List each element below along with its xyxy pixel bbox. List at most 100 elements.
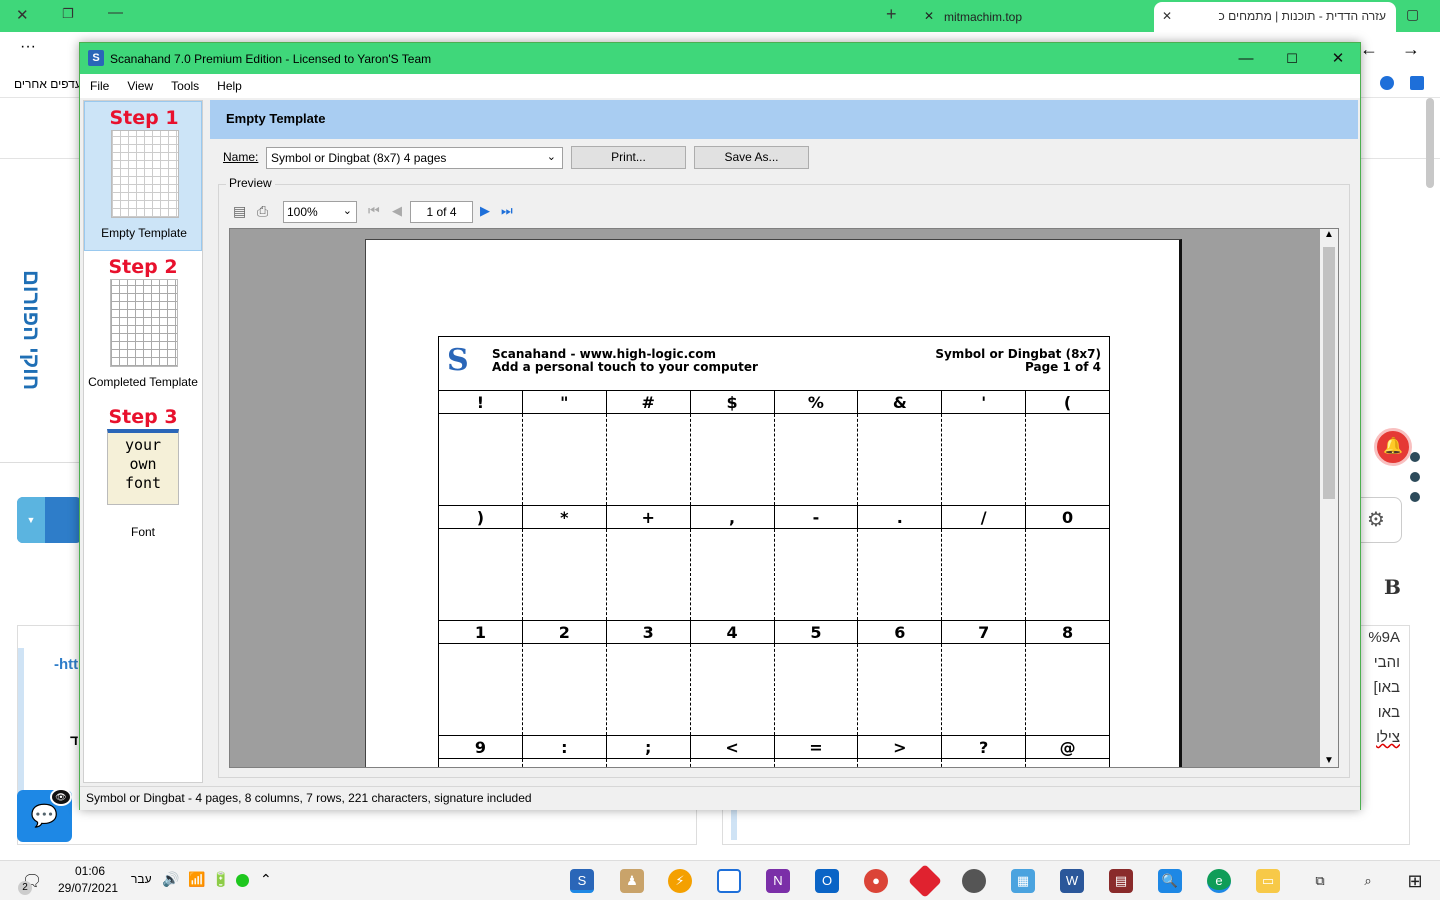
- app-taskbar-icon[interactable]: ⚡: [668, 869, 692, 893]
- app-taskbar-icon[interactable]: [962, 869, 986, 893]
- dots-menu-icon[interactable]: [1410, 452, 1422, 512]
- app-taskbar-icon[interactable]: [908, 864, 942, 898]
- app-taskbar-icon[interactable]: ♟: [620, 869, 644, 893]
- minimize-icon[interactable]: —: [108, 4, 123, 21]
- close-button[interactable]: ✕: [1315, 43, 1361, 74]
- chevron-down-icon: ⌄: [546, 151, 556, 163]
- tab-mitmachim[interactable]: ✕ mitmachim.top: [914, 2, 1152, 32]
- preview-viewport[interactable]: S Scanahand - www.high-logic.com Add a p…: [229, 228, 1339, 768]
- battery-icon[interactable]: 🔋: [212, 871, 229, 888]
- forward-icon[interactable]: →: [1402, 39, 1420, 60]
- template-name-select[interactable]: Symbol or Dingbat (8x7) 4 pages ⌄: [266, 147, 563, 169]
- chat-button[interactable]: 💬 👁: [17, 788, 72, 842]
- scrollbar-thumb[interactable]: [1323, 247, 1335, 499]
- menu-file[interactable]: File: [80, 74, 117, 93]
- last-page-icon[interactable]: ⏭: [501, 203, 513, 219]
- post-text-right: %9A והבי [באו באו צילו: [1368, 629, 1400, 746]
- zoom-select[interactable]: 100% ⌄: [283, 201, 357, 223]
- new-tab-icon[interactable]: +: [886, 4, 897, 25]
- glyph-row: 12345678: [439, 621, 1109, 644]
- step-font[interactable]: Step 3 your own font Font: [84, 401, 202, 551]
- step-title: Step 1: [109, 107, 179, 129]
- caret-down-icon: ▼: [17, 497, 45, 543]
- scroll-down-icon[interactable]: ▼: [1324, 755, 1334, 766]
- post-link[interactable]: -htt: [54, 656, 78, 673]
- page-setup-icon[interactable]: ▤: [233, 203, 246, 220]
- step-empty-template[interactable]: Step 1 Empty Template: [84, 101, 202, 251]
- vertical-scrollbar[interactable]: ▲ ▼: [1320, 229, 1338, 767]
- search-app-icon[interactable]: 🔍: [1158, 869, 1182, 893]
- tab-title: mitmachim.top: [944, 10, 1023, 24]
- bookmark-icon[interactable]: [1380, 76, 1394, 90]
- tab-close-icon[interactable]: ✕: [924, 9, 934, 23]
- next-page-icon[interactable]: ▶: [480, 203, 490, 219]
- print-button[interactable]: Print...: [571, 146, 686, 169]
- language-indicator[interactable]: עבר: [131, 872, 152, 886]
- menu-tools[interactable]: Tools: [161, 74, 207, 93]
- search-icon[interactable]: ⌕: [1356, 869, 1380, 893]
- scroll-up-icon[interactable]: ▲: [1324, 229, 1334, 240]
- bold-button[interactable]: B: [1384, 575, 1401, 599]
- task-view-icon[interactable]: ⧉: [1308, 869, 1332, 893]
- tab-close-icon[interactable]: ✕: [1162, 9, 1172, 23]
- word-icon[interactable]: W: [1060, 869, 1084, 893]
- step-label: Completed Template: [88, 375, 198, 389]
- notification-bell-icon[interactable]: 🔔: [1374, 428, 1412, 466]
- status-dot-icon[interactable]: [236, 874, 249, 887]
- template-page: S Scanahand - www.high-logic.com Add a p…: [365, 239, 1182, 767]
- prev-page-icon[interactable]: ◀: [392, 203, 402, 219]
- step-title: Step 2: [108, 256, 178, 278]
- notification-badge: 2: [18, 881, 32, 895]
- back-icon[interactable]: ←: [1360, 39, 1378, 60]
- other-favorites[interactable]: עדפים אחרים: [14, 77, 82, 91]
- web-scrollbar[interactable]: [1426, 98, 1434, 188]
- chevron-down-icon: ⌄: [342, 205, 352, 217]
- window-taskbar-icon[interactable]: [717, 869, 741, 893]
- scanahand-logo-icon: S: [447, 343, 469, 378]
- page-number-input[interactable]: 1 of 4: [410, 201, 473, 223]
- step-title: Step 3: [108, 406, 178, 428]
- more-icon[interactable]: ···: [20, 38, 36, 56]
- scanahand-taskbar-icon[interactable]: S: [570, 869, 594, 893]
- tab-actions-icon[interactable]: ▢: [1406, 6, 1419, 23]
- chrome-icon[interactable]: ●: [864, 869, 888, 893]
- wifi-icon[interactable]: 📶: [188, 871, 205, 888]
- bookmark-icon[interactable]: [1410, 76, 1424, 90]
- chat-icon: 💬: [30, 803, 59, 828]
- completed-thumbnail: [110, 279, 178, 367]
- title-bar[interactable]: S Scanahand 7.0 Premium Edition - Licens…: [80, 43, 1360, 74]
- tab-title: עזרה הדדית - תוכנות | מתמחים כ: [1218, 9, 1387, 23]
- volume-icon[interactable]: 🔊: [162, 871, 179, 888]
- save-as-button[interactable]: Save As...: [694, 146, 809, 169]
- restore-icon[interactable]: ❐: [62, 6, 74, 22]
- chevron-up-icon[interactable]: ⌃: [260, 871, 272, 888]
- app-taskbar-icon[interactable]: ▦: [1011, 869, 1035, 893]
- tab-active[interactable]: ✕ עזרה הדדית - תוכנות | מתמחים כ: [1154, 2, 1396, 32]
- template-right1: Symbol or Dingbat (8x7): [935, 347, 1101, 361]
- dropdown-button[interactable]: ▼: [17, 497, 82, 543]
- app-taskbar-icon[interactable]: ▤: [1109, 869, 1133, 893]
- font-thumbnail: your own font: [107, 429, 179, 505]
- clock-date[interactable]: 29/07/2021: [58, 881, 118, 895]
- first-page-icon[interactable]: ⏮: [368, 203, 380, 219]
- windows-start-icon[interactable]: ⊞: [1403, 869, 1427, 893]
- glyph-row: ) * +, -./0: [439, 506, 1109, 529]
- menu-view[interactable]: View: [117, 74, 161, 93]
- maximize-button[interactable]: ☐: [1269, 43, 1315, 74]
- eye-icon: 👁: [50, 788, 72, 806]
- close-icon[interactable]: ✕: [16, 6, 29, 24]
- scanahand-window: S Scanahand 7.0 Premium Edition - Licens…: [79, 42, 1361, 810]
- print-preview-icon[interactable]: ⎙: [257, 203, 268, 220]
- outlook-icon[interactable]: O: [815, 869, 839, 893]
- menu-help[interactable]: Help: [207, 74, 250, 93]
- taskbar: 🗨 2 עבר 🔊 📶 🔋 ⌃ S ♟ ⚡ N O ● ▦ W ▤ 🔍 e ▭ …: [0, 860, 1440, 900]
- minimize-button[interactable]: —: [1223, 43, 1269, 74]
- onenote-icon[interactable]: N: [766, 869, 790, 893]
- edge-icon[interactable]: e: [1207, 869, 1231, 893]
- step-completed-template[interactable]: Step 2 Completed Template: [84, 251, 202, 401]
- file-explorer-icon[interactable]: ▭: [1256, 869, 1280, 893]
- glyph-boxes: [439, 414, 1109, 506]
- forum-rules-link[interactable]: חוקי הפורום: [4, 270, 44, 400]
- clock-time[interactable]: 01:06: [75, 864, 105, 878]
- quote-bar: [18, 648, 24, 798]
